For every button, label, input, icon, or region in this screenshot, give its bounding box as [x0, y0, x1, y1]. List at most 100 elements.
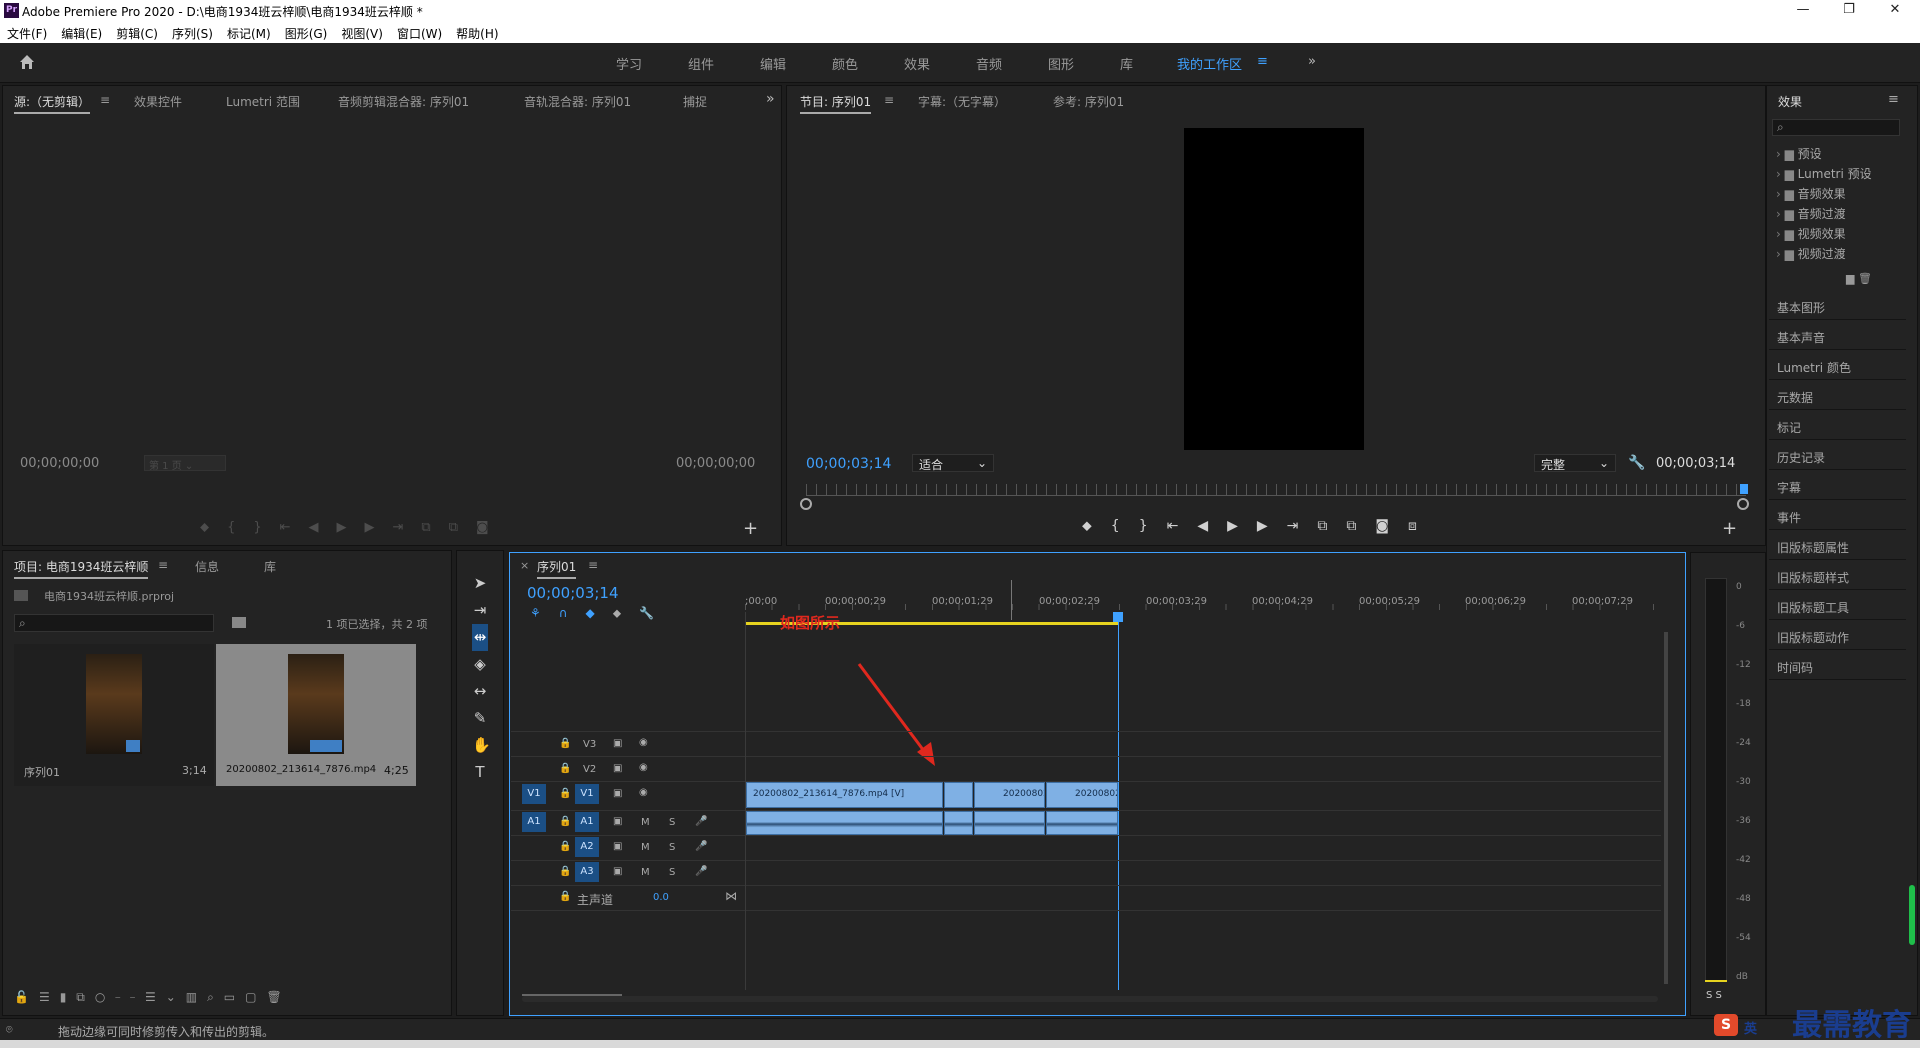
menu-graphics[interactable]: 图形(G) [278, 22, 335, 42]
effects-item-lumetri-presets[interactable]: › ▆ Lumetri 预设 [1776, 165, 1872, 182]
timeline-close-icon[interactable]: × [520, 559, 529, 572]
panel-metadata[interactable]: 元数据 [1769, 381, 1906, 410]
mic-icon[interactable]: 🎤 [695, 816, 707, 827]
track-label-a3[interactable]: A3 [575, 862, 599, 882]
bin-search-icon[interactable] [232, 617, 246, 628]
panel-lumetri-color[interactable]: Lumetri 颜色 [1769, 351, 1906, 380]
audio-clip-4[interactable] [1046, 811, 1118, 835]
effects-menu-icon[interactable]: ≡ [1888, 92, 1899, 107]
ripple-edit-tool-icon[interactable]: ⇹ [472, 624, 488, 651]
timeline-scroll-thumb[interactable] [522, 994, 622, 1004]
project-bottom-toolbar[interactable]: 🔓☰▮⧉○⎯⎯☰⌄▥⌕▭▢🗑 [14, 990, 434, 1006]
eye-icon[interactable]: ◉ [639, 762, 648, 773]
track-label-a2[interactable]: A2 [575, 837, 599, 857]
timeline-timecode[interactable]: 00;00;03;14 [527, 584, 619, 602]
menu-view[interactable]: 视图(V) [334, 22, 390, 42]
panel-history[interactable]: 历史记录 [1769, 441, 1906, 470]
source-overflow-icon[interactable]: » [766, 91, 775, 107]
panel-markers[interactable]: 标记 [1769, 411, 1906, 440]
menu-clip[interactable]: 剪辑(C) [109, 22, 165, 42]
video-clip-2[interactable] [944, 782, 973, 808]
slip-tool-icon[interactable]: ↔ [472, 678, 488, 705]
sync-icon[interactable]: ▣ [613, 763, 622, 774]
project-item-clip[interactable]: 20200802_213614_7876.mp4 4;25 [216, 644, 416, 786]
tab-lumetri-scopes[interactable]: Lumetri 范围 [226, 93, 300, 110]
tools-list[interactable]: ➤ ⇥ ⇹ ◈ ↔ ✎ ✋ T [472, 570, 491, 786]
workspace-assembly[interactable]: 组件 [688, 54, 714, 73]
timeline-vertical-scrollbar[interactable] [1664, 632, 1668, 984]
sync-icon[interactable]: ▣ [613, 738, 622, 749]
source-menu-icon[interactable]: ≡ [100, 93, 110, 107]
razor-tool-icon[interactable]: ◈ [472, 651, 488, 678]
effects-item-audio-effects[interactable]: › ▆ 音频效果 [1776, 185, 1846, 202]
mic-icon[interactable]: 🎤 [695, 866, 707, 877]
new-bin-icon[interactable]: ▆ 🗑 [1846, 272, 1872, 285]
mute-button[interactable]: M [641, 842, 650, 853]
tab-sequence[interactable]: 序列01 [537, 558, 577, 579]
timeline-menu-icon[interactable]: ≡ [588, 558, 598, 572]
source-patch-a1[interactable]: A1 [522, 812, 546, 832]
program-menu-icon[interactable]: ≡ [884, 93, 894, 107]
tab-source[interactable]: 源:（无剪辑） [14, 93, 91, 114]
panel-legacy-title-styles[interactable]: 旧版标题样式 [1769, 561, 1906, 590]
program-fit-select[interactable]: 适合 ⌄ [912, 454, 994, 472]
timeline-horizontal-scrollbar[interactable] [522, 996, 1658, 1002]
master-volume-value[interactable]: 0.0 [653, 892, 669, 903]
tab-audio-track-mixer[interactable]: 音轨混合器: 序列01 [524, 93, 631, 110]
solo-button[interactable]: S [669, 842, 675, 853]
effects-search-input[interactable]: ⌕ [1772, 119, 1900, 136]
restore-icon[interactable]: ❐ [1826, 0, 1872, 22]
track-label-v1[interactable]: V1 [575, 784, 599, 804]
effects-item-audio-transitions[interactable]: › ▆ 音频过渡 [1776, 205, 1846, 222]
lock-icon[interactable]: 🔒 [559, 788, 571, 799]
track-label-a1[interactable]: A1 [575, 812, 599, 832]
tab-capture[interactable]: 捕捉 [683, 93, 707, 110]
mute-button[interactable]: M [641, 867, 650, 878]
close-icon[interactable]: ✕ [1872, 0, 1918, 22]
project-search-input[interactable]: ⌕ [14, 614, 214, 632]
more-workspaces-icon[interactable]: » [1308, 54, 1316, 69]
effects-item-video-effects[interactable]: › ▆ 视频效果 [1776, 225, 1846, 242]
panel-essential-sound[interactable]: 基本声音 [1769, 321, 1906, 350]
lock-icon[interactable]: 🔒 [559, 816, 571, 827]
menu-window[interactable]: 窗口(W) [390, 22, 449, 42]
type-tool-icon[interactable]: T [472, 759, 488, 786]
sync-icon[interactable]: ▣ [613, 788, 622, 799]
audio-clip-3[interactable] [974, 811, 1045, 835]
panel-legacy-title-actions[interactable]: 旧版标题动作 [1769, 621, 1906, 650]
tab-reference[interactable]: 参考: 序列01 [1053, 93, 1124, 110]
solo-button[interactable]: S [669, 817, 675, 828]
tab-info[interactable]: 信息 [195, 558, 219, 575]
video-clip-1[interactable]: 20200802_213614_7876.mp4 [V] [746, 782, 943, 808]
eye-icon[interactable]: ◉ [639, 787, 648, 798]
lock-icon[interactable]: 🔒 [559, 891, 571, 902]
project-menu-icon[interactable]: ≡ [158, 558, 168, 572]
mute-button[interactable]: M [641, 817, 650, 828]
timeline-toolbar[interactable]: ⚘∩◆⬥🔧 [530, 606, 690, 621]
video-clip-4[interactable]: 20200802 [1046, 782, 1118, 808]
workspace-libraries[interactable]: 库 [1120, 54, 1133, 73]
tab-audio-clip-mixer[interactable]: 音频剪辑混合器: 序列01 [338, 93, 469, 110]
tab-libraries[interactable]: 库 [264, 558, 276, 575]
master-go-to-icon[interactable]: ⋈ [725, 889, 737, 903]
meter-solo-buttons[interactable]: S S [1706, 990, 1722, 1001]
ime-sogou-icon[interactable]: S [1714, 1014, 1738, 1036]
menu-help[interactable]: 帮助(H) [449, 22, 505, 42]
timeline-playhead-handle[interactable] [1113, 612, 1123, 622]
workspace-color[interactable]: 颜色 [832, 54, 858, 73]
ime-language[interactable]: 英 [1744, 1018, 1757, 1037]
workspace-effects[interactable]: 效果 [904, 54, 930, 73]
program-time-ruler[interactable] [806, 484, 1746, 496]
effects-panel-title[interactable]: 效果 [1778, 93, 1802, 110]
lock-icon[interactable]: 🔒 [559, 763, 571, 774]
pen-tool-icon[interactable]: ✎ [472, 705, 488, 732]
lock-icon[interactable]: 🔒 [559, 738, 571, 749]
program-transport-controls[interactable]: ⬥{}⇤◀▶▶⇥⧉⧉◙⧈ [1082, 518, 1512, 534]
workspace-editing[interactable]: 编辑 [760, 54, 786, 73]
solo-button[interactable]: S [669, 867, 675, 878]
panel-essential-graphics[interactable]: 基本图形 [1769, 291, 1906, 320]
source-timecode[interactable]: 00;00;00;00 [20, 456, 99, 471]
program-quality-select[interactable]: 完整 ⌄ [1534, 454, 1616, 472]
panel-timecode[interactable]: 时间码 [1769, 651, 1906, 680]
program-playhead[interactable] [1740, 484, 1748, 494]
